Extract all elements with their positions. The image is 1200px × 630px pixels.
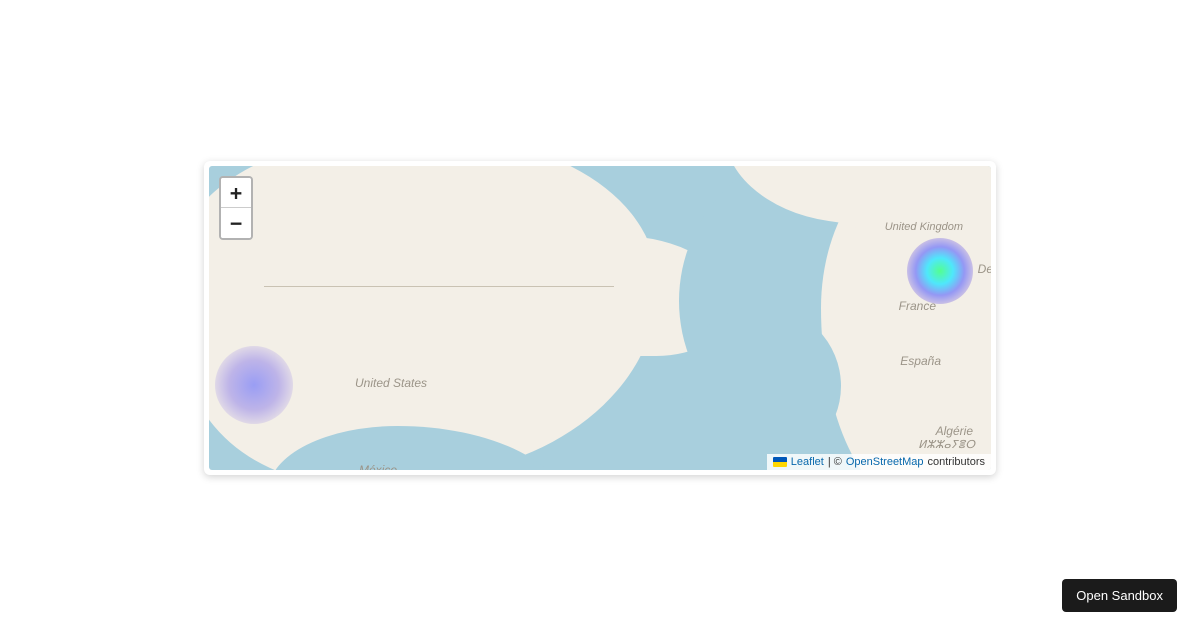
- map-attribution: Leaflet | © OpenStreetMap contributors: [767, 454, 991, 470]
- zoom-control: + −: [219, 176, 253, 240]
- biscay-gap: [681, 306, 841, 466]
- zoom-out-button[interactable]: −: [221, 208, 251, 238]
- osm-link[interactable]: OpenStreetMap: [846, 456, 924, 468]
- leaflet-map[interactable]: United States México United Kingdom Fran…: [209, 166, 991, 470]
- open-sandbox-button[interactable]: Open Sandbox: [1062, 579, 1177, 612]
- ukraine-flag-icon: [773, 457, 787, 467]
- leaflet-link[interactable]: Leaflet: [791, 456, 824, 468]
- zoom-in-button[interactable]: +: [221, 178, 251, 208]
- attribution-separator: | ©: [828, 456, 842, 468]
- us-canada-border-line: [264, 286, 614, 287]
- attribution-tail: contributors: [928, 456, 985, 468]
- map-card: United States México United Kingdom Fran…: [204, 161, 996, 475]
- landmass-europe: [821, 166, 991, 470]
